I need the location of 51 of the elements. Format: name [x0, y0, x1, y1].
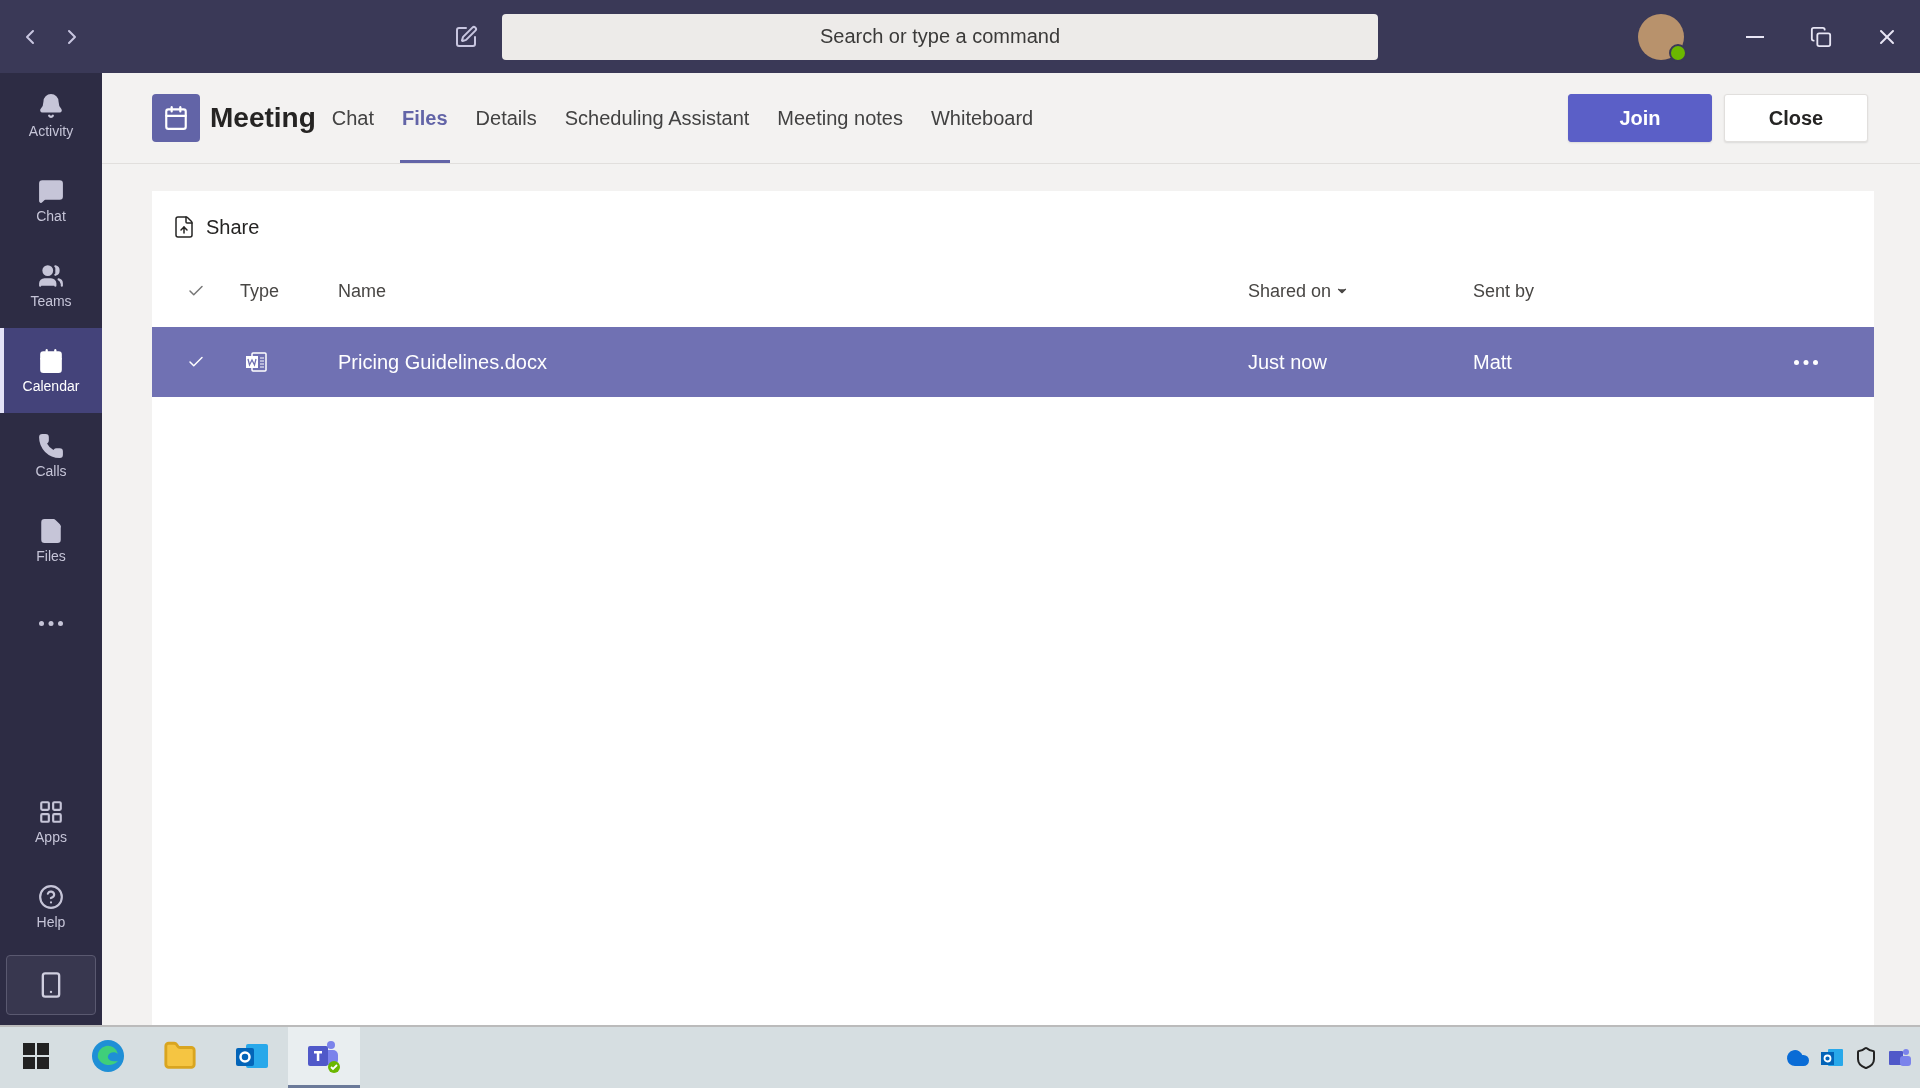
share-button[interactable]: Share	[172, 215, 260, 239]
sidebar-item[interactable]: Teams	[0, 243, 102, 328]
people-icon	[38, 262, 64, 289]
tab[interactable]: Details	[473, 73, 539, 163]
sidebar-item[interactable]: Activity	[0, 73, 102, 158]
share-icon	[172, 215, 196, 239]
sidebar-item[interactable]: Files	[0, 498, 102, 583]
file-row[interactable]: Pricing Guidelines.docx Just now Matt	[152, 327, 1874, 397]
calendar-icon	[152, 94, 200, 142]
restore-icon	[1810, 25, 1832, 48]
mobile-button[interactable]	[6, 955, 96, 1015]
status-icon	[1669, 43, 1687, 62]
minimize-icon	[1746, 35, 1764, 38]
more-icon	[39, 620, 63, 626]
sidebar-item[interactable]: Chat	[0, 158, 102, 243]
close-meeting-button[interactable]: Close	[1724, 94, 1868, 142]
sidebar-item[interactable]: Apps	[0, 779, 102, 864]
avatar[interactable]	[1638, 13, 1684, 60]
more-icon	[1794, 359, 1818, 365]
sent-by-cell-text: Matt	[1473, 350, 1513, 374]
compose-button[interactable]	[454, 24, 478, 49]
tab[interactable]: Meeting notes	[775, 73, 905, 163]
tab[interactable]: Chat	[329, 73, 377, 163]
taskbar-app[interactable]	[288, 1027, 360, 1088]
meeting-title: Meeting	[210, 102, 316, 134]
bell-icon	[38, 92, 64, 119]
sidebar-item[interactable]: Help	[0, 864, 102, 949]
document-icon	[244, 350, 268, 374]
sidebar-item[interactable]: Calls	[0, 413, 102, 498]
windows-icon	[23, 1043, 49, 1069]
join-button[interactable]: Join	[1568, 94, 1712, 142]
compose-icon	[454, 24, 478, 49]
column-header[interactable]: Sent by	[1473, 280, 1794, 302]
phone-icon	[38, 432, 64, 459]
file-name: Pricing Guidelines.docx	[338, 350, 548, 374]
column-header[interactable]: Shared on	[1248, 280, 1473, 302]
apps-icon	[38, 798, 64, 825]
shield-icon[interactable]	[1854, 1045, 1878, 1070]
column-header[interactable]: Name	[338, 280, 1248, 302]
calendar-icon	[38, 347, 64, 374]
shared-on-cell-text: Just now	[1248, 350, 1328, 374]
tab[interactable]: Whiteboard	[928, 73, 1036, 163]
column-header[interactable]: Type	[240, 280, 338, 302]
sidebar-item[interactable]: Calendar	[0, 328, 102, 413]
file-icon	[38, 517, 64, 544]
browser-icon	[90, 1038, 126, 1074]
tab[interactable]: Files	[400, 73, 450, 163]
search-field[interactable]: Search or type a command	[502, 13, 1378, 60]
chat-icon	[38, 177, 64, 204]
help-icon	[38, 883, 64, 910]
tab[interactable]: Scheduling Assistant	[562, 73, 752, 163]
